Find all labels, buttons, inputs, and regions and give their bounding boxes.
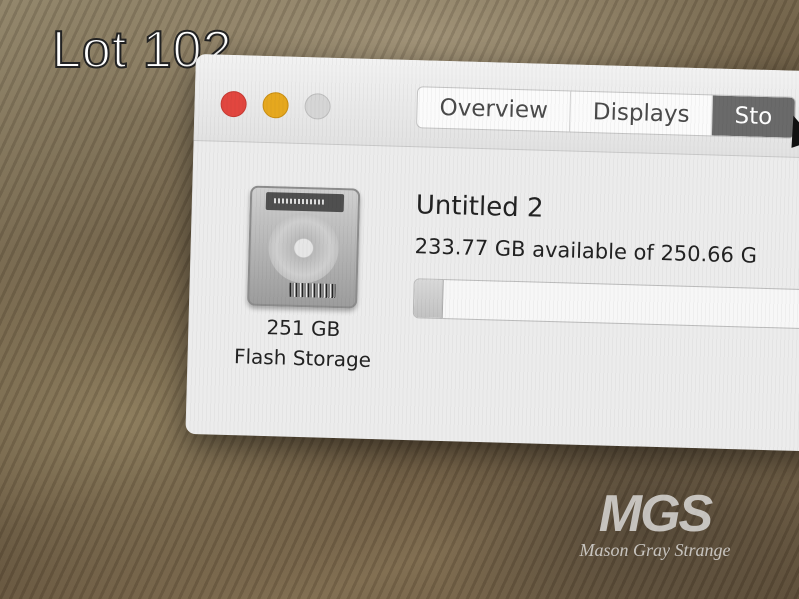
storage-panel: 251 GB Flash Storage Untitled 2 233.77 G… — [185, 140, 799, 452]
zoom-icon — [304, 93, 331, 120]
volume-availability: 233.77 GB available of 250.66 G — [414, 234, 758, 268]
minimize-icon[interactable] — [262, 91, 289, 119]
watermark: MGS Mason Gray Strange — [560, 488, 750, 561]
disk-info: 251 GB Flash Storage — [207, 310, 399, 375]
disk-barcode — [289, 282, 336, 298]
volume-name: Untitled 2 — [415, 190, 544, 224]
disk-type: Flash Storage — [233, 344, 372, 373]
tab-overview[interactable]: Overview — [417, 87, 572, 132]
about-this-mac-window: Overview Displays Sto 251 GB Flash Stora… — [185, 54, 799, 453]
watermark-name: Mason Gray Strange — [579, 540, 731, 560]
hard-disk-icon — [246, 185, 361, 309]
storage-usage-fill — [413, 279, 444, 318]
disk-label-plate — [265, 192, 345, 213]
disk-platter — [267, 212, 340, 285]
tab-displays[interactable]: Displays — [570, 91, 714, 136]
tab-storage[interactable]: Sto — [711, 95, 796, 138]
close-icon[interactable] — [220, 90, 247, 118]
storage-usage-bar — [412, 278, 799, 330]
tab-bar: Overview Displays Sto — [416, 86, 797, 139]
watermark-logo: MGS — [598, 485, 713, 543]
